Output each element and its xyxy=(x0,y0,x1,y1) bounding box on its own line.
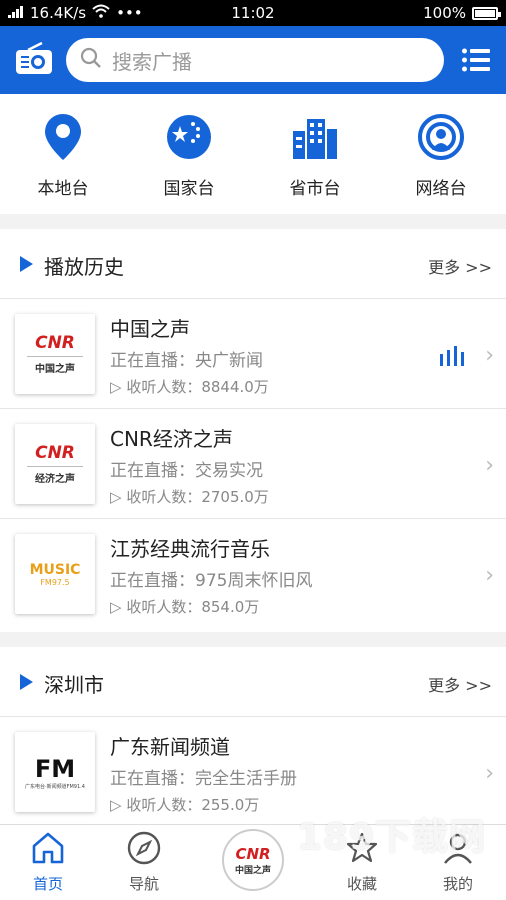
nav-favorites[interactable]: 收藏 xyxy=(322,831,402,894)
top-bar: 搜索广播 xyxy=(0,26,506,94)
history-section: 播放历史 更多 >> CNR 中国之声 中国之声 正在直播：央广新闻 ▷ 收听人… xyxy=(0,229,506,632)
section-title: 播放历史 xyxy=(44,255,124,279)
station-logo: CNR 经济之声 xyxy=(15,424,95,504)
station-listeners: ▷ 收听人数：2705.0万 xyxy=(110,488,269,506)
station-name: CNR经济之声 xyxy=(110,427,233,451)
city-header: 深圳市 更多 >> xyxy=(0,647,506,717)
category-network[interactable]: 网络台 xyxy=(378,112,504,199)
station-listeners: ▷ 收听人数：255.0万 xyxy=(110,796,260,814)
podcast-icon xyxy=(378,112,504,162)
compass-icon xyxy=(104,831,184,869)
battery-icon xyxy=(472,6,501,20)
station-listeners: ▷ 收听人数：8844.0万 xyxy=(110,378,269,396)
station-name: 广东新闻频道 xyxy=(110,735,230,759)
city-section: 深圳市 更多 >> FM 广东电台·新闻频道FM91.4 广东新闻频道 正在直播… xyxy=(0,647,506,827)
battery-percent: 100% xyxy=(423,4,466,22)
triangle-icon xyxy=(20,674,33,690)
radio-icon[interactable] xyxy=(14,41,54,76)
nav-label: 导航 xyxy=(128,875,159,893)
nav-label: 首页 xyxy=(32,875,63,893)
station-listeners: ▷ 收听人数：854.0万 xyxy=(110,598,260,616)
more-link[interactable]: 更多 >> xyxy=(428,254,492,278)
building-icon xyxy=(252,112,378,162)
station-live: 正在直播：975周末怀旧风 xyxy=(110,571,313,591)
category-bar: 本地台 国家台 省市台 网络台 xyxy=(0,94,506,214)
chevron-right-icon: › xyxy=(485,343,494,368)
playing-bars-icon xyxy=(440,346,466,366)
user-icon xyxy=(418,831,498,869)
search-input[interactable]: 搜索广播 xyxy=(66,38,444,82)
station-logo: MUSIC FM97.5 xyxy=(15,534,95,614)
section-title: 深圳市 xyxy=(44,673,104,697)
search-icon xyxy=(80,47,102,73)
nav-label: 我的 xyxy=(442,875,473,893)
star-icon xyxy=(322,831,402,869)
chevron-right-icon: › xyxy=(485,563,494,588)
station-name: 中国之声 xyxy=(110,317,190,341)
station-live: 正在直播：交易实况 xyxy=(110,461,263,481)
category-label: 本地台 xyxy=(37,179,89,199)
location-pin-icon xyxy=(0,112,126,162)
triangle-icon xyxy=(20,256,33,272)
category-national[interactable]: 国家台 xyxy=(126,112,252,199)
chevron-right-icon: › xyxy=(485,453,494,478)
category-local[interactable]: 本地台 xyxy=(0,112,126,199)
search-placeholder: 搜索广播 xyxy=(112,49,192,74)
category-label: 省市台 xyxy=(289,179,341,199)
station-logo: CNR 中国之声 xyxy=(15,314,95,394)
history-header: 播放历史 更多 >> xyxy=(0,229,506,299)
nav-navigation[interactable]: 导航 xyxy=(104,831,184,894)
station-live: 正在直播：央广新闻 xyxy=(110,351,263,371)
bottom-nav: 首页 导航 CNR 中国之声 收藏 我的 xyxy=(0,824,506,900)
status-bar: 16.4K/s ••• 11:02 100% xyxy=(0,0,506,26)
category-province[interactable]: 省市台 xyxy=(252,112,378,199)
category-label: 国家台 xyxy=(163,179,215,199)
nav-mine[interactable]: 我的 xyxy=(418,831,498,894)
chevron-right-icon: › xyxy=(485,761,494,786)
category-label: 网络台 xyxy=(415,179,467,199)
station-row[interactable]: MUSIC FM97.5 江苏经典流行音乐 正在直播：975周末怀旧风 ▷ 收听… xyxy=(0,519,506,629)
nav-home[interactable]: 首页 xyxy=(8,831,88,894)
china-flag-icon xyxy=(126,112,252,162)
home-icon xyxy=(8,831,88,869)
station-row[interactable]: CNR 中国之声 中国之声 正在直播：央广新闻 ▷ 收听人数：8844.0万 › xyxy=(0,299,506,409)
station-name: 江苏经典流行音乐 xyxy=(110,537,270,561)
nav-label: 收藏 xyxy=(346,875,377,893)
more-link[interactable]: 更多 >> xyxy=(428,672,492,696)
list-menu-icon[interactable] xyxy=(462,48,490,72)
station-logo: FM 广东电台·新闻频道FM91.4 xyxy=(15,732,95,812)
center-play-logo[interactable]: CNR 中国之声 xyxy=(222,829,284,891)
station-live: 正在直播：完全生活手册 xyxy=(110,769,297,789)
station-row[interactable]: FM 广东电台·新闻频道FM91.4 广东新闻频道 正在直播：完全生活手册 ▷ … xyxy=(0,717,506,827)
station-row[interactable]: CNR 经济之声 CNR经济之声 正在直播：交易实况 ▷ 收听人数：2705.0… xyxy=(0,409,506,519)
